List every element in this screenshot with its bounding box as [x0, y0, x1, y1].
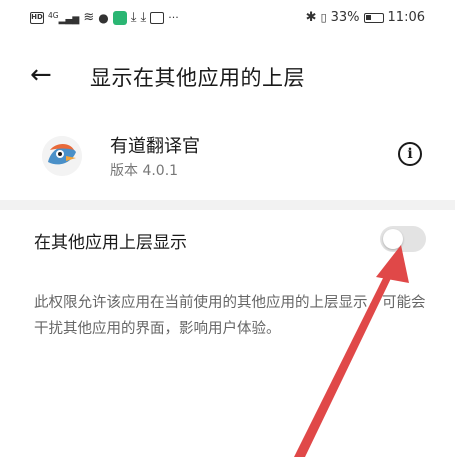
- app-logo-icon: [42, 136, 82, 176]
- app-green-icon: [112, 10, 127, 25]
- app-box-icon: [150, 11, 165, 24]
- bird-icon: [42, 136, 82, 176]
- vibrate-icon: ▯: [320, 11, 327, 24]
- app-name: 有道翻译官: [110, 136, 200, 157]
- back-arrow-icon[interactable]: ←: [30, 58, 62, 94]
- app-notify-icon: ●: [98, 10, 109, 25]
- app-version: 版本 4.0.1: [110, 163, 179, 179]
- download-icon: ⤓: [130, 10, 137, 25]
- section-divider: [0, 200, 455, 210]
- download-icon: ⤓: [140, 10, 147, 25]
- battery-percent: 33%: [330, 10, 360, 25]
- app-info-row: 有道翻译官 版本 4.0.1 i: [0, 128, 455, 188]
- battery-icon: [363, 12, 384, 23]
- bluetooth-icon: ✱: [305, 10, 317, 25]
- overlay-permission-row[interactable]: 在其他应用上层显示: [0, 222, 455, 256]
- more-icon: ···: [168, 11, 179, 24]
- page-title: 显示在其他应用的上层: [90, 66, 305, 90]
- toggle-knob: [383, 229, 403, 249]
- signal-icon: 4G▂▄▆: [48, 10, 80, 25]
- permission-description: 此权限允许该应用在当前使用的其他应用的上层显示，可能会干扰其他应用的界面，影响用…: [34, 295, 426, 337]
- status-right: ✱ ▯ 33% 11:06: [306, 10, 425, 25]
- title-bar: ← 显示在其他应用的上层: [0, 58, 455, 98]
- clock: 11:06: [387, 10, 425, 25]
- overlay-permission-label: 在其他应用上层显示: [34, 233, 187, 253]
- status-bar: HD 4G▂▄▆ ≋ ● ⤓ ⤓ ··· ✱ ▯ 33% 11:06: [0, 0, 455, 36]
- wifi-icon: ≋: [83, 10, 95, 25]
- status-left: HD 4G▂▄▆ ≋ ● ⤓ ⤓ ···: [30, 10, 179, 25]
- hd-icon: HD: [30, 11, 44, 24]
- overlay-permission-toggle[interactable]: [380, 226, 426, 252]
- signal-label: 4G: [48, 10, 59, 20]
- info-icon[interactable]: i: [398, 142, 422, 166]
